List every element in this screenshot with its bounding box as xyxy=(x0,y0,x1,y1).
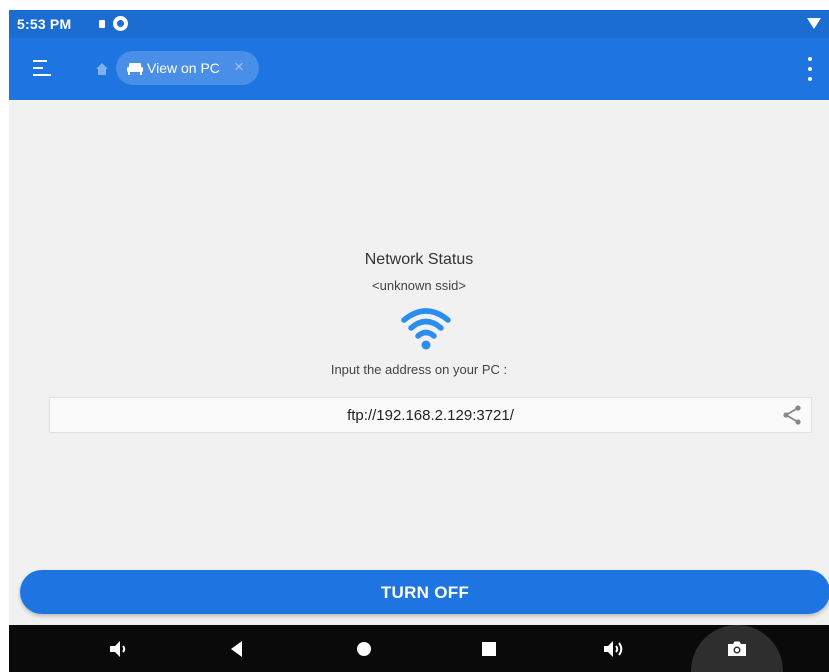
ftp-address: ftp://192.168.2.129:3721/ xyxy=(347,407,514,424)
wifi-icon xyxy=(401,308,451,350)
camera-icon xyxy=(728,641,746,656)
app-bar: View on PC × xyxy=(9,38,829,100)
content-area: Network Status <unknown ssid> Input the … xyxy=(9,100,829,625)
status-time: 5:53 PM xyxy=(17,16,72,32)
instruction-text: Input the address on your PC : xyxy=(330,362,508,377)
screenshot-button[interactable] xyxy=(691,625,783,672)
turn-off-button[interactable]: TURN OFF xyxy=(20,570,829,614)
tab-label: View on PC xyxy=(147,60,220,76)
volume-up-button[interactable] xyxy=(591,625,635,672)
menu-icon[interactable] xyxy=(31,56,57,80)
volume-up-icon xyxy=(604,641,623,657)
more-vert-icon[interactable] xyxy=(805,55,815,83)
share-icon[interactable] xyxy=(781,404,803,426)
tab-view-on-pc[interactable]: View on PC × xyxy=(116,51,259,85)
home-circle-icon xyxy=(357,642,371,656)
status-bar: 5:53 PM xyxy=(9,10,829,38)
navigation-bar xyxy=(9,625,829,672)
home-icon[interactable] xyxy=(95,62,109,76)
close-icon[interactable]: × xyxy=(234,57,244,77)
network-status-title: Network Status xyxy=(364,251,474,268)
back-button[interactable] xyxy=(215,625,259,672)
recents-icon xyxy=(482,642,496,656)
back-icon xyxy=(231,641,242,657)
volume-down-button[interactable] xyxy=(96,625,140,672)
ftp-address-field[interactable]: ftp://192.168.2.129:3721/ xyxy=(49,397,812,433)
recents-button[interactable] xyxy=(467,625,511,672)
sync-icon xyxy=(113,16,128,31)
notification-icon xyxy=(99,20,105,28)
ssid-label: <unknown ssid> xyxy=(372,278,466,293)
screen: 5:53 PM View on PC × Network Status <unk… xyxy=(0,0,829,672)
turn-off-label: TURN OFF xyxy=(380,583,470,602)
sofa-icon xyxy=(127,63,143,75)
home-button[interactable] xyxy=(342,625,386,672)
wifi-signal-icon xyxy=(807,18,821,29)
volume-down-icon xyxy=(110,641,126,657)
